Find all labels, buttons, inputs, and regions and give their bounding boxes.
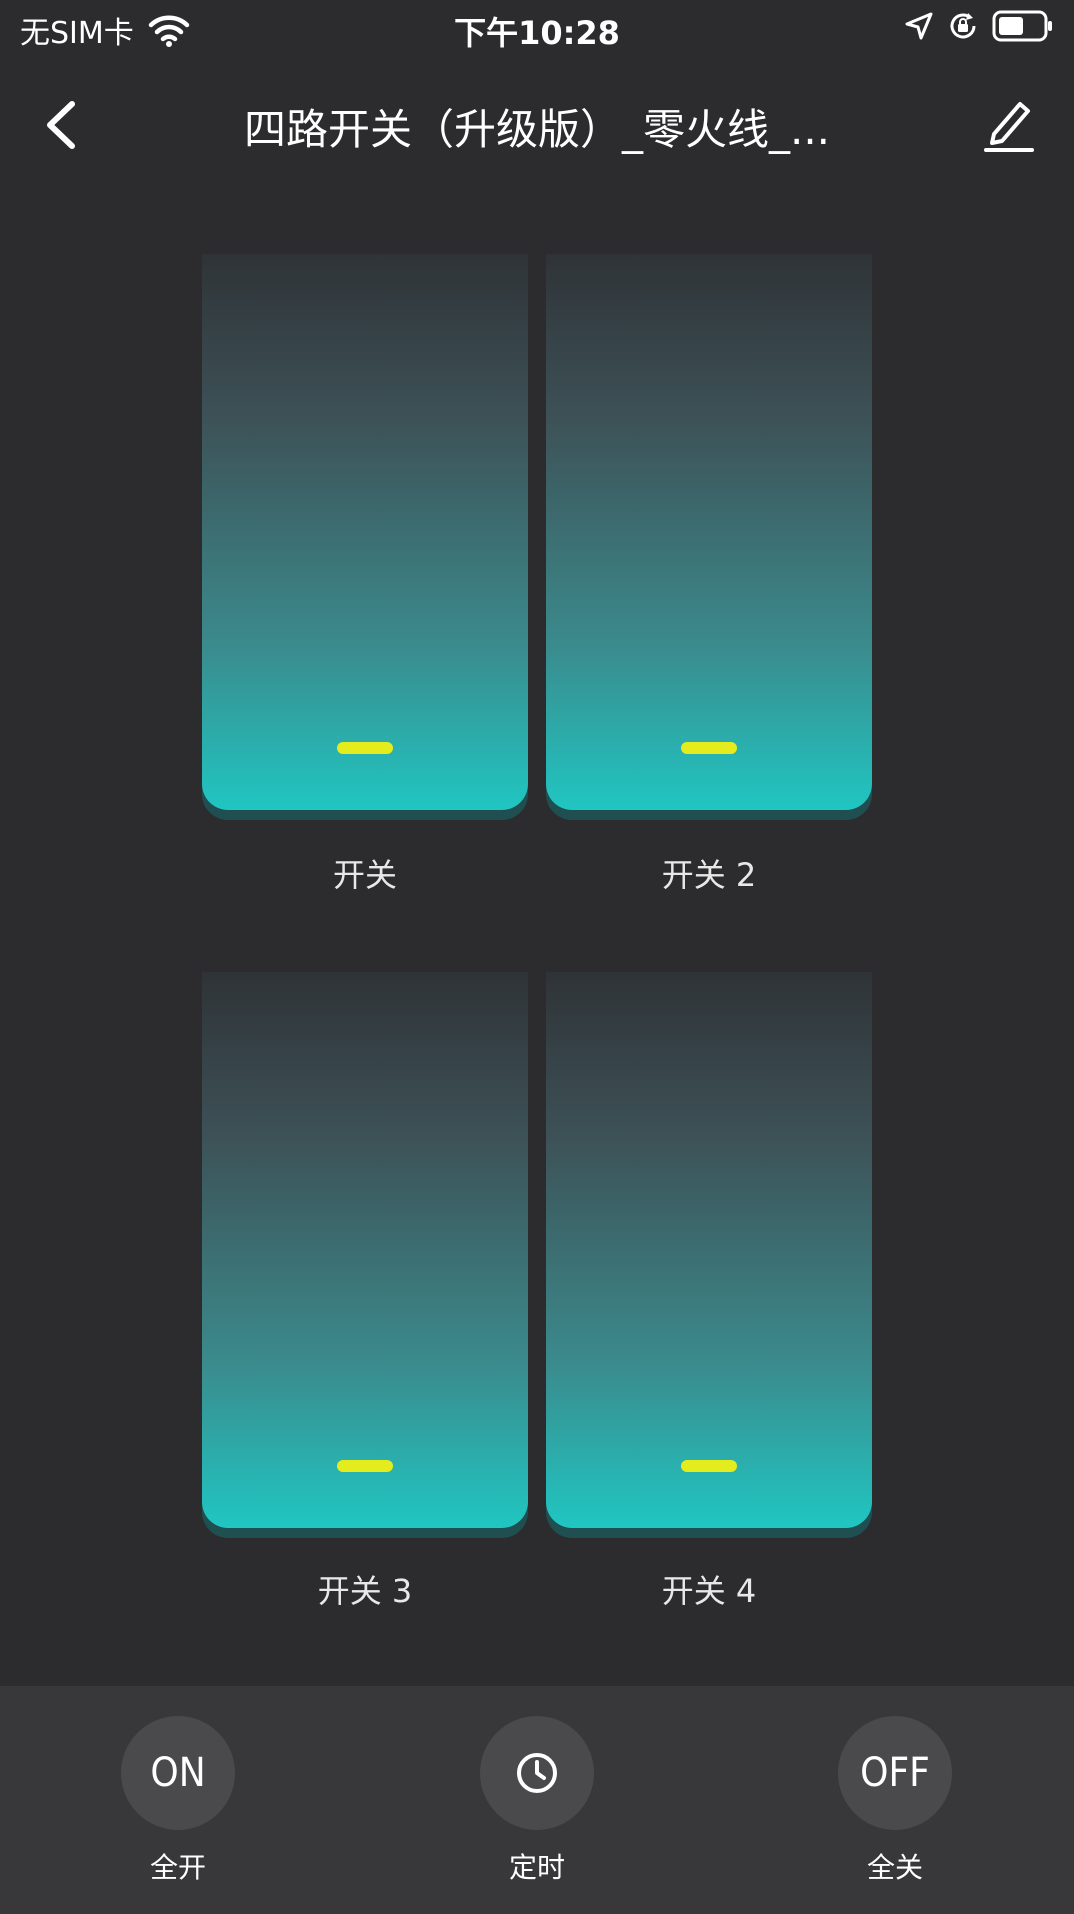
switch-3-panel[interactable]	[202, 972, 528, 1528]
switch-indicator	[681, 742, 737, 754]
timer-action: 定时	[457, 1716, 617, 1886]
battery-icon	[992, 10, 1052, 42]
switch-1-label: 开关	[332, 856, 397, 894]
switch-indicator	[337, 742, 393, 754]
bottom-action-bar: ON 全开 定时 OFF 全关	[0, 1686, 1074, 1914]
all-on-button[interactable]: ON	[121, 1716, 235, 1830]
switch-1-panel[interactable]	[202, 254, 528, 810]
switch-indicator	[337, 1460, 393, 1472]
switch-3-label: 开关 3	[317, 1572, 413, 1610]
timer-button[interactable]	[480, 1716, 594, 1830]
all-on-label: 全开	[149, 1851, 206, 1884]
switch-4-panel[interactable]	[546, 972, 872, 1528]
clock-icon	[517, 1753, 557, 1793]
switch-2-panel[interactable]	[546, 254, 872, 810]
back-chevron-icon[interactable]	[40, 98, 84, 152]
switch-4-label: 开关 4	[661, 1572, 757, 1610]
all-off-action: OFF 全关	[815, 1716, 975, 1886]
status-bar: 无SIM卡 下午10:28	[0, 0, 1074, 62]
location-arrow-icon	[905, 12, 933, 40]
nav-bar: 四路开关（升级版）_零火线_...	[0, 80, 1074, 170]
status-right	[890, 10, 1054, 42]
rotation-lock-icon	[950, 13, 976, 39]
pencil-icon[interactable]	[980, 94, 1036, 154]
all-on-action: ON 全开	[98, 1716, 258, 1886]
all-off-button[interactable]: OFF	[838, 1716, 952, 1830]
switch-2-label: 开关 2	[661, 856, 757, 894]
timer-label: 定时	[508, 1851, 565, 1884]
all-off-label: 全关	[866, 1851, 923, 1884]
page-title: 四路开关（升级版）_零火线_...	[243, 105, 831, 154]
switch-indicator	[681, 1460, 737, 1472]
